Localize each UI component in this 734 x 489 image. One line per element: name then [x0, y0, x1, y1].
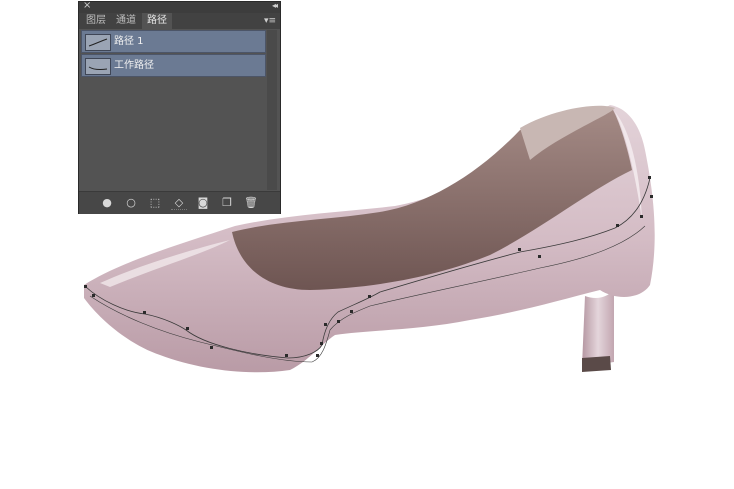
- delete-path-icon[interactable]: 🗑: [244, 196, 258, 210]
- stroke-path-icon[interactable]: ○: [124, 196, 138, 210]
- paths-panel: × ◂◂ 图层 通道 路径 ▾≡ 路径 1 工作路径 ● ○ ⬚ ◇ ◙ ❐ 🗑: [78, 0, 281, 214]
- tab-layers[interactable]: 图层: [81, 13, 111, 29]
- resize-grip[interactable]: [171, 209, 187, 213]
- path-thumbnail: [85, 34, 111, 51]
- panel-toolbar: ● ○ ⬚ ◇ ◙ ❐ 🗑: [79, 191, 280, 214]
- collapse-icon[interactable]: ◂◂: [272, 0, 278, 12]
- new-path-icon[interactable]: ❐: [220, 196, 234, 210]
- panel-scrollbar[interactable]: [267, 30, 277, 190]
- add-mask-icon[interactable]: ◙: [196, 196, 210, 210]
- path-thumbnail: [85, 58, 111, 75]
- path-row-label: 路径 1: [114, 36, 144, 47]
- panel-titlebar[interactable]: × ◂◂: [79, 0, 280, 13]
- panel-menu-icon[interactable]: ▾≡: [264, 13, 276, 29]
- path-row-path1[interactable]: 路径 1: [81, 30, 266, 53]
- shoe-heel: [582, 290, 614, 366]
- path-row-label: 工作路径: [114, 60, 154, 71]
- path-row-work-path[interactable]: 工作路径: [81, 54, 266, 77]
- make-work-path-icon[interactable]: ◇: [172, 196, 186, 210]
- load-selection-icon[interactable]: ⬚: [148, 196, 162, 210]
- tab-paths[interactable]: 路径: [142, 13, 172, 29]
- fill-path-icon[interactable]: ●: [100, 196, 114, 210]
- close-icon[interactable]: ×: [83, 0, 91, 12]
- tab-channels[interactable]: 通道: [111, 13, 141, 29]
- panel-tabbar: 图层 通道 路径 ▾≡: [79, 13, 280, 29]
- heel-tip: [582, 356, 611, 372]
- paths-list: 路径 1 工作路径: [80, 30, 266, 190]
